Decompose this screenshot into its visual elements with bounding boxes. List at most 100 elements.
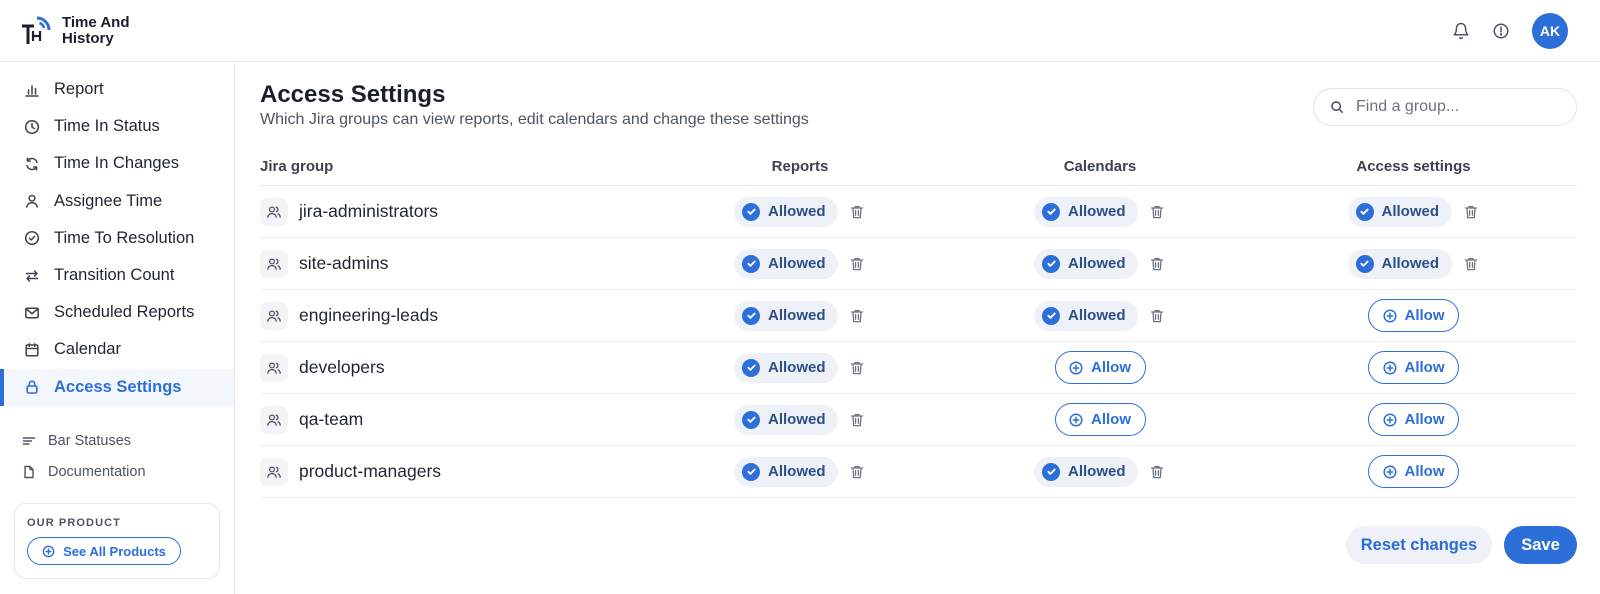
access-allowed-badge[interactable]: Allowed — [1347, 248, 1452, 279]
sidebar-link-bar-statuses[interactable]: Bar Statuses — [0, 426, 234, 457]
our-product-card: OUR PRODUCT See All Products — [14, 503, 220, 579]
sidebar-item-label: Assignee Time — [54, 191, 163, 210]
trash-icon[interactable] — [848, 255, 866, 273]
app-logo[interactable]: Time And History — [20, 14, 130, 48]
table-row: site-admins Allowed Allowed Allowed — [260, 238, 1577, 290]
sidebar-item-time-to-resolution[interactable]: Time To Resolution — [0, 220, 234, 257]
reports-cell: Allowed — [650, 248, 950, 279]
allowed-label: Allowed — [768, 463, 826, 480]
access-cell: Allow — [1250, 403, 1577, 436]
access-table: Jira group Reports Calendars Access sett… — [260, 148, 1577, 498]
calendars-allow-button[interactable]: Allow — [1054, 403, 1146, 436]
trash-icon[interactable] — [1462, 203, 1480, 221]
top-bar: Time And History AK — [0, 0, 1600, 62]
allowed-label: Allowed — [1381, 255, 1440, 272]
plus-circle-icon — [1382, 464, 1397, 479]
reports-allowed-badge[interactable]: Allowed — [734, 404, 838, 435]
trash-icon[interactable] — [1148, 307, 1166, 325]
calendars-cell: Allowed — [950, 300, 1250, 331]
group-cell: qa-team — [260, 405, 650, 434]
sidebar-item-time-in-changes[interactable]: Time In Changes — [0, 145, 234, 182]
sidebar-item-time-in-status[interactable]: Time In Status — [0, 108, 234, 145]
info-icon[interactable] — [1488, 18, 1514, 44]
trash-icon[interactable] — [1148, 463, 1166, 481]
sidebar-item-transition-count[interactable]: Transition Count — [0, 257, 234, 294]
table-header: Jira group Reports Calendars Access sett… — [260, 148, 1577, 186]
access-allow-button[interactable]: Allow — [1368, 299, 1459, 332]
calendars-cell: Allowed — [950, 196, 1250, 227]
group-search[interactable] — [1313, 88, 1577, 126]
check-circle-icon — [1042, 306, 1060, 325]
group-name: qa-team — [299, 409, 364, 429]
allowed-label: Allowed — [1068, 255, 1126, 272]
reports-allowed-badge[interactable]: Allowed — [734, 352, 838, 383]
allow-label: Allow — [1404, 307, 1445, 324]
table-row: developers Allowed Allow Allow — [260, 342, 1577, 394]
sidebar-item-label: Time In Status — [54, 117, 160, 136]
allow-label: Allow — [1091, 359, 1131, 376]
calendars-allowed-badge[interactable]: Allowed — [1034, 456, 1138, 487]
trash-icon[interactable] — [848, 203, 866, 221]
allowed-label: Allowed — [1381, 203, 1440, 220]
group-name: developers — [299, 357, 385, 377]
reports-allowed-badge[interactable]: Allowed — [734, 248, 838, 279]
trash-icon[interactable] — [1148, 203, 1166, 221]
calendars-allowed-badge[interactable]: Allowed — [1034, 196, 1138, 227]
access-allow-button[interactable]: Allow — [1368, 351, 1459, 384]
group-cell: developers — [260, 353, 650, 382]
logo-mark-icon — [20, 14, 54, 48]
check-circle-icon — [742, 358, 760, 377]
trash-icon[interactable] — [848, 463, 866, 481]
trash-icon[interactable] — [1462, 255, 1480, 273]
see-all-products-button[interactable]: See All Products — [27, 537, 181, 565]
calendars-allow-button[interactable]: Allow — [1054, 351, 1146, 384]
trash-icon[interactable] — [1148, 255, 1166, 273]
brand-name: Time And History — [62, 14, 130, 47]
access-cell: Allow — [1250, 351, 1577, 384]
access-allow-button[interactable]: Allow — [1368, 403, 1459, 436]
reports-cell: Allowed — [650, 196, 950, 227]
allowed-label: Allowed — [768, 307, 826, 324]
group-users-icon — [260, 197, 288, 226]
plus-circle-icon — [1382, 412, 1397, 427]
sidebar-item-access-settings[interactable]: Access Settings — [0, 368, 234, 406]
sidebar-item-calendar[interactable]: Calendar — [0, 331, 234, 368]
page-title: Access Settings — [260, 81, 446, 108]
check-circle-icon — [1042, 254, 1060, 273]
sidebar-item-scheduled-reports[interactable]: Scheduled Reports — [0, 294, 234, 331]
calendars-allowed-badge[interactable]: Allowed — [1034, 248, 1138, 279]
check-circle-icon — [742, 254, 760, 273]
reports-allowed-badge[interactable]: Allowed — [734, 300, 838, 331]
calendars-allowed-badge[interactable]: Allowed — [1034, 300, 1138, 331]
group-users-icon — [260, 301, 288, 330]
sidebar-link-documentation[interactable]: Documentation — [0, 457, 234, 488]
trash-icon[interactable] — [848, 411, 866, 429]
sidebar-item-assignee-time[interactable]: Assignee Time — [0, 183, 234, 220]
user-avatar[interactable]: AK — [1532, 12, 1568, 49]
sidebar-item-label: Time In Changes — [54, 154, 180, 173]
search-input[interactable] — [1356, 98, 1556, 116]
sidebar-item-label: Time To Resolution — [54, 228, 195, 247]
plus-circle-icon — [42, 545, 55, 557]
check-circle-icon — [1042, 462, 1060, 481]
allowed-label: Allowed — [768, 411, 826, 428]
access-allowed-badge[interactable]: Allowed — [1347, 196, 1452, 227]
calendars-cell: Allowed — [950, 456, 1250, 487]
reports-cell: Allowed — [650, 404, 950, 435]
lines-icon — [22, 437, 36, 445]
group-cell: jira-administrators — [260, 197, 650, 226]
allowed-label: Allowed — [768, 203, 826, 220]
save-button[interactable]: Save — [1504, 526, 1577, 564]
notifications-bell-icon[interactable] — [1448, 18, 1474, 44]
trash-icon[interactable] — [848, 307, 866, 325]
reports-allowed-badge[interactable]: Allowed — [734, 196, 838, 227]
reports-allowed-badge[interactable]: Allowed — [734, 456, 838, 487]
sidebar-item-report[interactable]: Report — [0, 71, 234, 108]
reports-cell: Allowed — [650, 300, 950, 331]
access-cell: Allow — [1250, 455, 1577, 488]
reports-cell: Allowed — [650, 456, 950, 487]
allow-label: Allow — [1404, 359, 1445, 376]
access-allow-button[interactable]: Allow — [1368, 455, 1459, 488]
reset-changes-button[interactable]: Reset changes — [1346, 526, 1492, 564]
trash-icon[interactable] — [848, 359, 866, 377]
